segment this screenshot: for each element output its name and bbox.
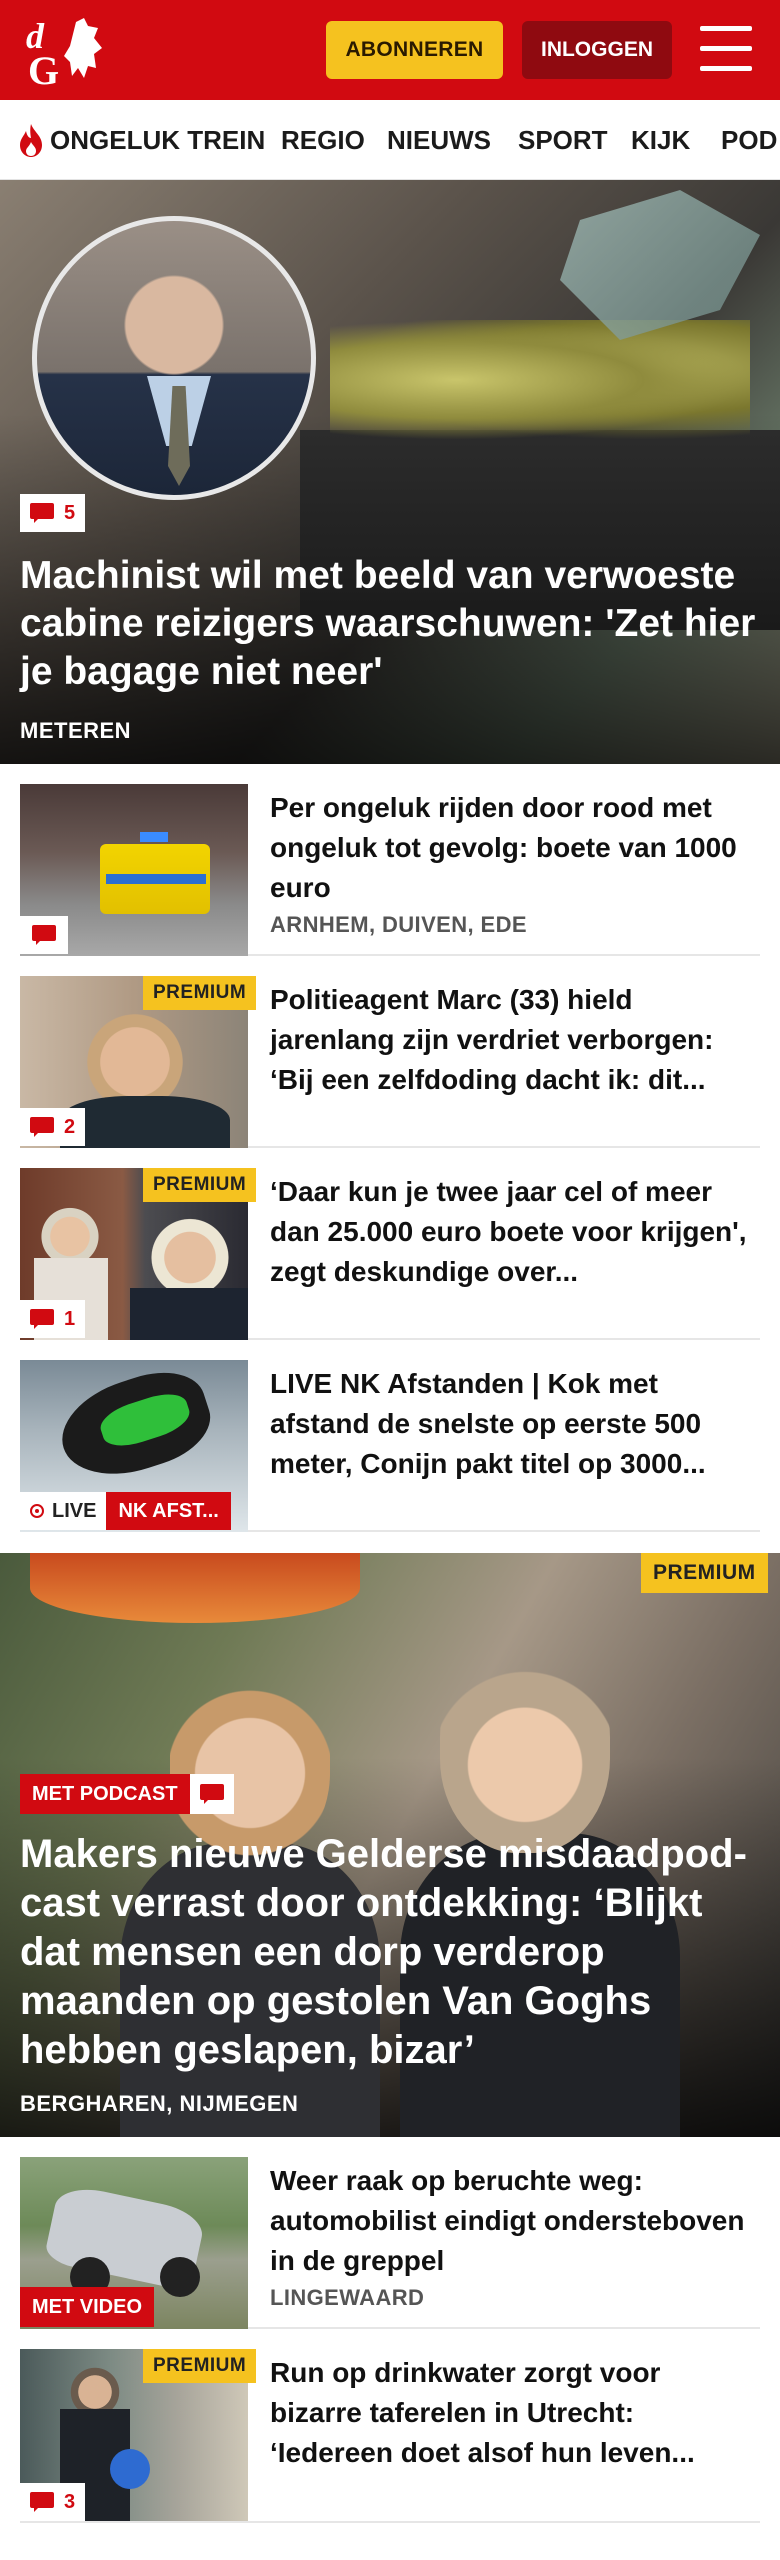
comment-count-badge[interactable]: 3 [20, 2483, 86, 2521]
flame-icon [20, 124, 42, 157]
nav-item-pod[interactable]: POD [721, 100, 777, 179]
video-tag[interactable]: MET VIDEO [20, 2287, 155, 2327]
live-label: LIVE [20, 1492, 107, 1530]
nav-item-regio[interactable]: REGIO [281, 100, 365, 179]
comment-icon [30, 503, 54, 523]
comment-icon [199, 1784, 224, 1804]
subscribe-button[interactable]: ABONNEREN [326, 21, 503, 79]
live-dot-icon [30, 1504, 44, 1518]
topic-tag[interactable]: NK AFST... [106, 1492, 231, 1530]
comment-icon [30, 2492, 54, 2512]
feature-location: BERGHAREN, NIJMEGEN [20, 2091, 299, 2116]
nav-item-kijk[interactable]: KIJK [631, 100, 690, 179]
list-item[interactable]: Per ongeluk rijden door rood met ongeluk… [20, 784, 760, 956]
comment-count-badge[interactable] [20, 916, 68, 954]
article-headline[interactable]: Run op drinkwater zorgt voor bizarre taf… [270, 2353, 760, 2473]
article-headline[interactable]: Weer raak op beruchte weg: automobilist … [270, 2161, 760, 2281]
article-headline[interactable]: Per ongeluk rijden door rood met ongeluk… [270, 788, 760, 908]
comment-count-badge[interactable]: 2 [20, 1108, 86, 1146]
comment-count: 3 [64, 2490, 76, 2513]
comment-icon [30, 1117, 54, 1137]
article-location: ARNHEM, DUIVEN, EDE [270, 912, 527, 937]
site-header: d G ABONNEREN INLOGGEN [0, 0, 780, 100]
article-headline[interactable]: Politieagent Marc (33) hield jarenlang z… [270, 980, 760, 1100]
feature-headline[interactable]: Makers nieuwe Gelderse misdaadpod­cast v… [20, 1830, 765, 2075]
podcast-tag: MET PODCAST [20, 1774, 190, 1814]
comment-count: 5 [64, 501, 76, 524]
comment-count: 2 [64, 1115, 76, 1138]
live-badge[interactable]: LIVE NK AFST... [20, 1492, 231, 1530]
premium-badge: PREMIUM [143, 2349, 257, 2383]
login-button[interactable]: INLOGGEN [522, 21, 672, 79]
hero-headline[interactable]: Machinist wil met beeld van verwoeste ca… [20, 552, 760, 696]
premium-badge: PREMIUM [641, 1553, 768, 1593]
svg-text:G: G [28, 48, 59, 88]
nav-item-ongeluk-trein[interactable]: ONGELUK TREIN [50, 100, 265, 179]
comment-icon [30, 1309, 54, 1329]
nav-item-sport[interactable]: SPORT [518, 100, 608, 179]
feature-article[interactable]: PREMIUM MET PODCAST Makers nieuwe Gelder… [0, 1553, 780, 2137]
article-location: LINGEWAARD [270, 2285, 425, 2310]
nav-item-nieuws[interactable]: NIEUWS [387, 100, 491, 179]
premium-badge: PREMIUM [143, 1168, 257, 1202]
podcast-badge[interactable]: MET PODCAST [20, 1774, 234, 1814]
hero-image-detail [330, 320, 750, 440]
premium-badge: PREMIUM [143, 976, 257, 1010]
hero-image-detail [560, 190, 760, 340]
list-item[interactable]: PREMIUM 3 Run op drinkwater zorgt voor b… [20, 2349, 760, 2523]
comment-count: 1 [64, 1307, 76, 1330]
list-item[interactable]: LIVE NK AFST... LIVE NK Afstanden | Kok … [20, 1360, 760, 1532]
hero-image-detail [440, 1643, 610, 1853]
list-item[interactable]: PREMIUM 1 ‘Daar kun je twee jaar cel of … [20, 1168, 760, 1340]
comment-count-badge[interactable]: 1 [20, 1300, 86, 1338]
comment-badge [189, 1774, 234, 1814]
comment-count-badge[interactable]: 5 [20, 494, 86, 532]
portrait-image [32, 216, 316, 500]
live-text: LIVE [52, 1499, 97, 1522]
hamburger-menu-icon[interactable] [700, 26, 752, 72]
article-headline[interactable]: ‘Daar kun je twee jaar cel of meer dan 2… [270, 1172, 760, 1292]
hero-article[interactable]: 5 Machinist wil met beeld van verwoeste … [0, 180, 780, 764]
dg-logo[interactable]: d G [24, 14, 116, 88]
list-item[interactable]: MET VIDEO Weer raak op beruchte weg: aut… [20, 2157, 760, 2329]
hero-image-detail [30, 1553, 360, 1623]
comment-icon [32, 925, 56, 945]
hero-location: METEREN [20, 718, 132, 743]
article-headline[interactable]: LIVE NK Afstanden | Kok met afstand de s… [270, 1364, 760, 1484]
section-nav: ONGELUK TREIN REGIO NIEUWS SPORT KIJK PO… [0, 100, 780, 180]
list-item[interactable]: PREMIUM 2 Politieagent Marc (33) hield j… [20, 976, 760, 1148]
